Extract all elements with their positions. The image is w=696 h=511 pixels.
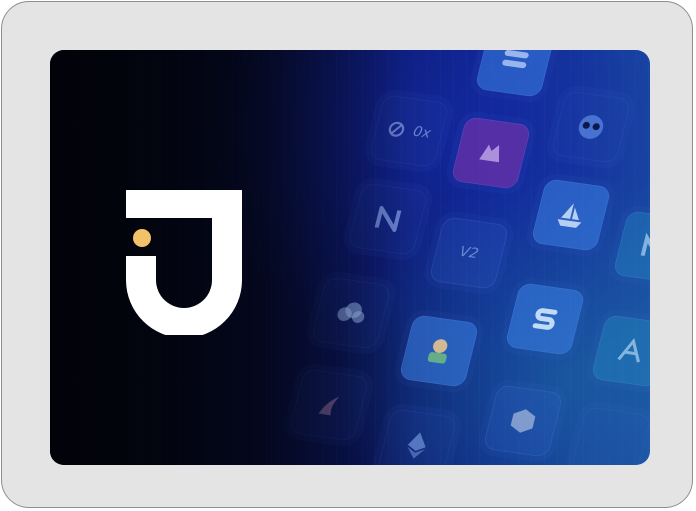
zerox-label: 0x xyxy=(411,123,433,142)
zerox-icon xyxy=(389,121,405,137)
arrow-a-icon xyxy=(590,314,650,388)
owl-icon xyxy=(550,90,632,164)
v2-tile: V2 xyxy=(428,216,510,290)
ethereum-icon xyxy=(376,408,458,465)
logo-dot xyxy=(133,229,151,247)
cloud-face-icon xyxy=(310,276,392,350)
zerox-tile: 0x xyxy=(368,94,450,168)
device-frame: 0x V2 xyxy=(1,1,693,508)
j-logo-icon xyxy=(126,190,242,335)
boat-icon xyxy=(530,178,612,252)
character-icon xyxy=(398,314,480,388)
app-splash-screen: 0x V2 xyxy=(50,50,650,465)
letter-n-icon xyxy=(612,210,650,284)
phoenix-icon xyxy=(288,368,370,442)
wolf-icon xyxy=(450,116,532,190)
cube-icon xyxy=(482,384,564,458)
near-icon xyxy=(347,182,429,256)
s-logo-icon xyxy=(504,282,586,356)
stack-icon xyxy=(474,50,556,98)
extra-tile xyxy=(570,406,650,465)
v2-label: V2 xyxy=(457,243,481,263)
